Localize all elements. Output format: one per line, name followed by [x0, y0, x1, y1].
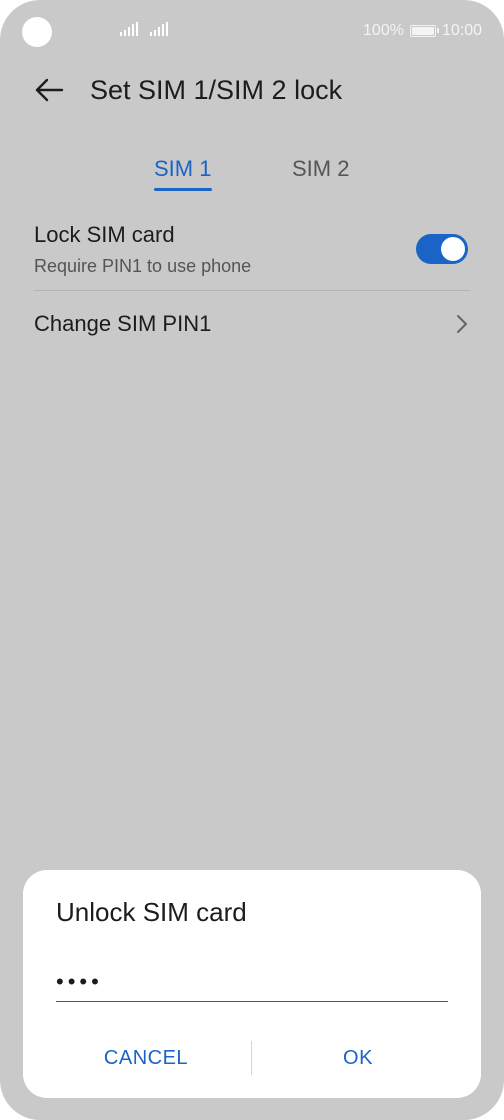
battery-percent: 100%	[363, 22, 404, 39]
signal-sim1-icon	[120, 22, 138, 36]
cancel-button[interactable]: CANCEL	[63, 1038, 229, 1078]
status-right: 100% 10:00	[363, 20, 482, 42]
lock-sim-title[interactable]: Lock SIM card	[34, 221, 175, 249]
lock-sim-toggle[interactable]	[416, 234, 468, 264]
change-pin-item[interactable]: Change SIM PIN1	[34, 310, 211, 338]
tab-sim1[interactable]: SIM 1	[154, 155, 211, 183]
battery-icon	[409, 25, 439, 37]
arrow-left-icon[interactable]	[32, 72, 68, 108]
ok-button[interactable]: OK	[275, 1038, 441, 1078]
lock-sim-subtitle: Require PIN1 to use phone	[34, 256, 252, 276]
status-bar: 100% 10:00	[0, 0, 504, 60]
unlock-sim-dialog: Unlock SIM card CANCEL OK	[23, 870, 481, 1098]
tab-indicator	[154, 188, 212, 191]
signal-sim2-icon	[150, 22, 168, 36]
toggle-knob	[441, 237, 465, 261]
tab-sim2[interactable]: SIM 2	[292, 155, 349, 183]
camera-cutout	[22, 17, 52, 47]
clock: 10:00	[441, 22, 482, 39]
dialog-title: Unlock SIM card	[56, 897, 247, 927]
pin-input[interactable]	[56, 962, 448, 1002]
page-title: Set SIM 1/SIM 2 lock	[90, 75, 343, 105]
phone-screen: 100% 10:00 Set SIM 1/SIM 2 lock SIM 1 SI…	[0, 0, 504, 1120]
divider	[34, 290, 470, 291]
button-divider	[251, 1041, 252, 1075]
chevron-right-icon	[457, 315, 467, 333]
